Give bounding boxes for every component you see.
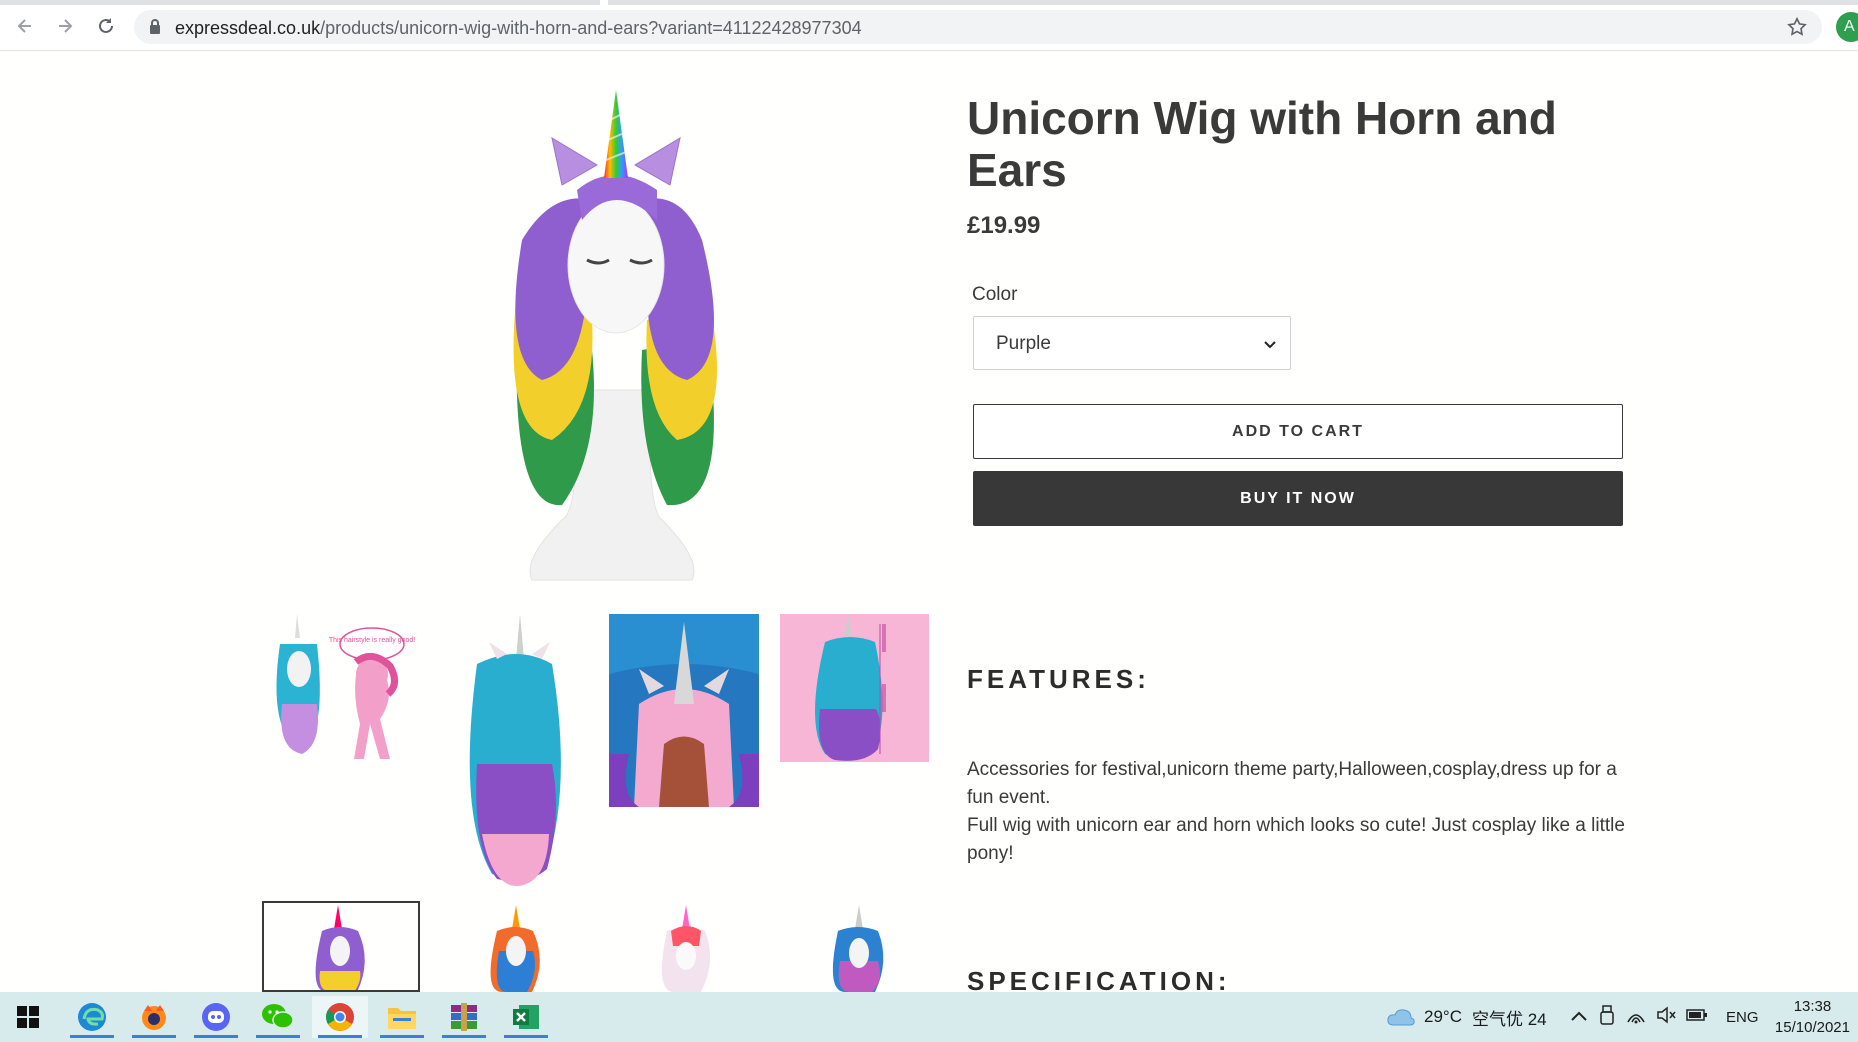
taskbar-file-explorer[interactable] — [374, 996, 430, 1038]
address-bar[interactable]: expressdeal.co.uk/products/unicorn-wig-w… — [134, 10, 1822, 44]
winrar-icon — [451, 1003, 477, 1031]
blue-pink-wig-image — [437, 614, 592, 886]
thumbnail-1[interactable]: This hairstyle is really good! — [262, 614, 417, 764]
battery-icon[interactable] — [1686, 1007, 1708, 1027]
add-to-cart-button[interactable]: ADD TO CART — [973, 404, 1623, 459]
back-arrow-icon — [17, 19, 31, 33]
thumbnail-5[interactable] — [262, 901, 420, 992]
features-line-2: Full wig with unicorn ear and horn which… — [967, 815, 1625, 864]
system-clock[interactable]: 13:38 15/10/2021 — [1775, 996, 1850, 1038]
buy-it-now-button[interactable]: BUY IT NOW — [973, 471, 1623, 526]
excel-icon — [513, 1005, 539, 1029]
wig-mannequin-image — [513, 90, 717, 581]
air-quality-text: 空气优 24 — [1471, 1009, 1547, 1029]
features-line-1: Accessories for festival,unicorn theme p… — [967, 759, 1617, 808]
windows-taskbar: 29°C 空气优 24 ENG 13:38 15/10/2021 — [0, 992, 1858, 1042]
running-indicator — [380, 1035, 424, 1038]
reload-icon — [99, 18, 113, 33]
url-text: expressdeal.co.uk/products/unicorn-wig-w… — [175, 18, 862, 39]
thumbnail-2[interactable] — [437, 614, 592, 886]
running-indicator — [504, 1035, 548, 1038]
edge-icon — [78, 1003, 106, 1031]
wifi-icon[interactable] — [1626, 1006, 1646, 1029]
running-indicator — [256, 1035, 300, 1038]
features-heading: FEATURES: — [967, 664, 1150, 694]
thumbnail-3[interactable] — [609, 614, 759, 807]
thumbnail-6[interactable] — [437, 901, 592, 992]
clock-date: 15/10/2021 — [1774, 1019, 1850, 1036]
running-indicator — [70, 1035, 114, 1038]
firefox-icon — [142, 1005, 166, 1030]
browser-toolbar: expressdeal.co.uk/products/unicorn-wig-w… — [0, 0, 1858, 51]
bookmark-star-icon[interactable] — [1786, 16, 1808, 43]
product-price: £19.99 — [967, 212, 1041, 239]
profile-avatar[interactable]: A — [1836, 12, 1858, 42]
taskbar-winrar[interactable] — [436, 996, 492, 1038]
color-option-label: Color — [972, 284, 1018, 305]
url-path: /products/unicorn-wig-with-horn-and-ears… — [320, 18, 862, 38]
thumbnail-7[interactable] — [609, 901, 759, 992]
thumbnail-8[interactable] — [780, 901, 929, 992]
lock-icon — [148, 18, 162, 40]
system-tray: ENG — [1570, 992, 1759, 1042]
wig-top-view-image — [609, 614, 759, 807]
taskbar-firefox[interactable] — [126, 996, 182, 1038]
purple-wig-thumb-image — [262, 901, 420, 992]
rainbow-wig-thumb-image — [437, 901, 592, 992]
reload-button[interactable] — [93, 13, 119, 39]
windows-logo-icon — [17, 1006, 39, 1028]
cloud-weather-icon — [1387, 1009, 1415, 1026]
forward-arrow-icon — [59, 19, 73, 33]
speech-bubble-text: This hairstyle is really good! — [329, 637, 415, 644]
start-button[interactable] — [0, 996, 56, 1038]
input-language[interactable]: ENG — [1726, 1009, 1759, 1026]
running-indicator — [318, 1035, 362, 1038]
running-indicator — [442, 1035, 486, 1038]
chevron-down-icon — [1264, 337, 1276, 355]
wechat-icon — [262, 1004, 294, 1029]
taskbar-chrome[interactable] — [312, 996, 368, 1038]
back-button[interactable] — [12, 13, 38, 39]
main-product-image[interactable] — [262, 90, 930, 590]
temperature-text: 29°C — [1424, 1007, 1462, 1026]
features-description: Accessories for festival,unicorn theme p… — [967, 756, 1627, 868]
color-select[interactable]: Purple — [973, 316, 1291, 370]
weather-widget[interactable]: 29°C 空气优 24 — [1386, 992, 1547, 1042]
taskbar-edge[interactable] — [64, 996, 120, 1038]
running-indicator — [194, 1035, 238, 1038]
url-host: expressdeal.co.uk — [175, 18, 321, 38]
taskbar-wechat[interactable] — [250, 996, 306, 1038]
blue-purple-wig-thumb-image — [780, 901, 929, 992]
tab-strip — [0, 0, 1858, 5]
taskbar-discord[interactable] — [188, 996, 244, 1038]
chrome-icon — [326, 1003, 354, 1031]
discord-icon — [202, 1003, 230, 1031]
speaker-muted-icon[interactable] — [1656, 1005, 1676, 1029]
file-explorer-icon — [388, 1008, 416, 1029]
usb-device-icon[interactable] — [1600, 1004, 1614, 1030]
running-indicator — [132, 1035, 176, 1038]
wig-measurement-image — [780, 614, 929, 762]
product-title: Unicorn Wig with Horn and Ears — [967, 92, 1557, 196]
wig-cartoon-pony-image: This hairstyle is really good! — [262, 614, 417, 764]
white-wig-thumb-image — [609, 901, 759, 992]
color-select-value: Purple — [996, 333, 1051, 354]
thumbnail-4[interactable] — [780, 614, 929, 762]
forward-button[interactable] — [52, 13, 78, 39]
taskbar-excel[interactable] — [498, 996, 554, 1038]
clock-time: 13:38 — [1793, 998, 1832, 1015]
chevron-up-icon[interactable] — [1570, 1007, 1588, 1027]
